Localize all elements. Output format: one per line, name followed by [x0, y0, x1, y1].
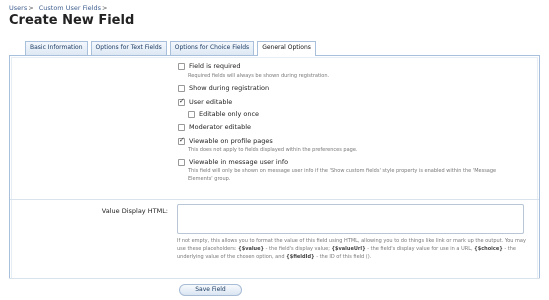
breadcrumb-users-link[interactable]: Users	[9, 4, 27, 12]
value-display-explanation: If not empty, this allows you to format …	[177, 238, 526, 260]
show-registration-checkbox[interactable]	[178, 84, 185, 92]
value-display-html-input[interactable]	[177, 204, 524, 234]
viewable-message-checkbox[interactable]	[178, 158, 185, 166]
field-required-label: Field is required	[189, 62, 241, 70]
show-registration-label: Show during registration	[189, 84, 270, 92]
save-field-button[interactable]: Save Field	[179, 284, 242, 296]
tab-basic-information[interactable]: Basic Information	[25, 41, 88, 55]
editable-once-label: Editable only once	[199, 110, 260, 118]
placeholder-fieldid: {$fieldId}	[286, 254, 315, 260]
tab-bar: Basic Information Options for Text Field…	[25, 41, 319, 56]
field-required-checkbox[interactable]	[178, 62, 185, 70]
breadcrumb-separator: >	[28, 4, 34, 12]
viewable-message-hint-line1: This field will only be shown on message…	[188, 168, 497, 174]
tab-options-choice-fields[interactable]: Options for Choice Fields	[169, 41, 255, 55]
editable-once-checkbox[interactable]	[188, 110, 195, 118]
field-required-option[interactable]: Field is required	[178, 62, 241, 70]
user-editable-option[interactable]: User editable	[178, 97, 233, 106]
moderator-editable-option[interactable]: Moderator editable	[178, 123, 251, 131]
breadcrumb: Users> Custom User Fields>	[9, 4, 110, 12]
field-required-hint: Required fields will always be shown dur…	[188, 73, 330, 79]
viewable-message-hint-line2: Elements' group.	[188, 176, 231, 182]
breadcrumb-custom-user-fields-link[interactable]: Custom User Fields	[39, 4, 101, 12]
show-registration-option[interactable]: Show during registration	[178, 84, 269, 92]
viewable-profile-hint: This does not apply to fields displayed …	[188, 147, 358, 153]
placeholder-valueurl: {$valueUrl}	[331, 246, 366, 252]
section-divider	[10, 199, 539, 200]
breadcrumb-separator: >	[101, 4, 108, 12]
viewable-message-label: Viewable in message user info	[189, 158, 289, 166]
value-display-label: Value Display HTML:	[101, 207, 168, 215]
form-submit-bar	[9, 278, 540, 300]
page-title: Create New Field	[9, 13, 135, 28]
tab-options-text-fields[interactable]: Options for Text Fields	[90, 41, 167, 55]
general-options-panel	[9, 55, 540, 300]
moderator-editable-label: Moderator editable	[189, 123, 252, 131]
placeholder-value: {$value}	[238, 246, 265, 252]
moderator-editable-checkbox[interactable]	[178, 123, 185, 131]
viewable-profile-option[interactable]: Viewable on profile pages	[178, 136, 273, 145]
user-editable-label: User editable	[189, 98, 233, 106]
viewable-message-option[interactable]: Viewable in message user info	[178, 158, 288, 166]
placeholder-choice: {$choice}	[474, 246, 503, 252]
tab-general-options[interactable]: General Options	[257, 41, 316, 56]
viewable-profile-label: Viewable on profile pages	[189, 137, 273, 145]
viewable-profile-checkbox[interactable]	[178, 136, 185, 145]
user-editable-checkbox[interactable]	[178, 97, 185, 106]
editable-once-option[interactable]: Editable only once	[188, 110, 259, 118]
